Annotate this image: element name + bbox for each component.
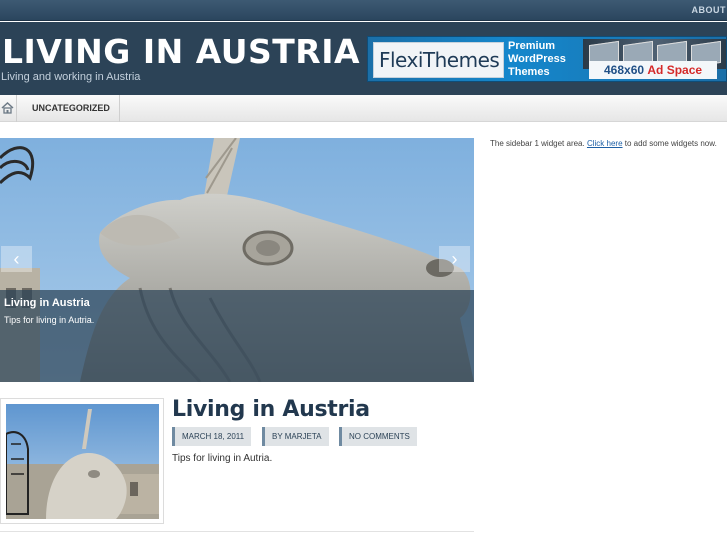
home-icon [1,101,14,114]
post-thumbnail[interactable] [0,398,164,524]
slider-prev-button[interactable]: ‹ [1,246,32,272]
post-thumbnail-image [6,404,159,519]
ad-tagline-line-1: Premium [508,40,556,52]
ad-logo: FlexiThemes [373,42,504,78]
slider-next-button[interactable]: › [439,246,470,272]
sidebar-widget-area: The sidebar 1 widget area. Click here to… [490,139,727,148]
ad-size-value: 468x60 [604,63,645,77]
sidebar-add-widgets-link[interactable]: Click here [587,139,623,148]
nav-item-uncategorized[interactable]: UNCATEGORIZED [23,95,120,122]
chevron-left-icon: ‹ [13,249,20,269]
post-author[interactable]: BY MARJETA [262,427,329,446]
ad-logo-text: FlexiThemes [379,48,500,72]
ad-tagline-line-2: WordPress [508,53,566,65]
slider-caption: Living in Austria Tips for living in Aut… [0,290,474,382]
top-bar: ABOUT [0,0,727,21]
slider-caption-title[interactable]: Living in Austria [4,297,90,309]
ad-space-text: Ad Space [647,63,703,77]
nav-link-about[interactable]: ABOUT [692,5,727,15]
post-excerpt: Tips for living in Autria. [172,453,273,464]
post-date: MARCH 18, 2011 [172,427,252,446]
nav-home[interactable] [0,95,17,122]
sidebar-text-before: The sidebar 1 widget area. [490,139,587,148]
site-header: LIVING IN AUSTRIA Living and working in … [0,22,727,95]
slider-caption-text: Tips for living in Autria. [4,315,95,325]
main-nav: UNCATEGORIZED [0,95,727,122]
site-description: Living and working in Austria [1,71,141,83]
ad-tagline: Premium WordPress Themes [508,40,578,79]
ad-tagline-line-3: Themes [508,66,550,78]
sidebar-text-after: to add some widgets now. [622,139,717,148]
ad-banner[interactable]: FlexiThemes Premium WordPress Themes 468… [367,36,727,82]
post-comments-link[interactable]: NO COMMENTS [339,427,417,446]
post-title[interactable]: Living in Austria [172,397,370,422]
post-divider [0,531,474,532]
ad-size-label: 468x60 Ad Space [589,61,717,79]
site-title[interactable]: LIVING IN AUSTRIA [2,32,360,71]
chevron-right-icon: › [451,249,458,269]
featured-slider: ‹ › Living in Austria Tips for living in… [0,138,474,382]
